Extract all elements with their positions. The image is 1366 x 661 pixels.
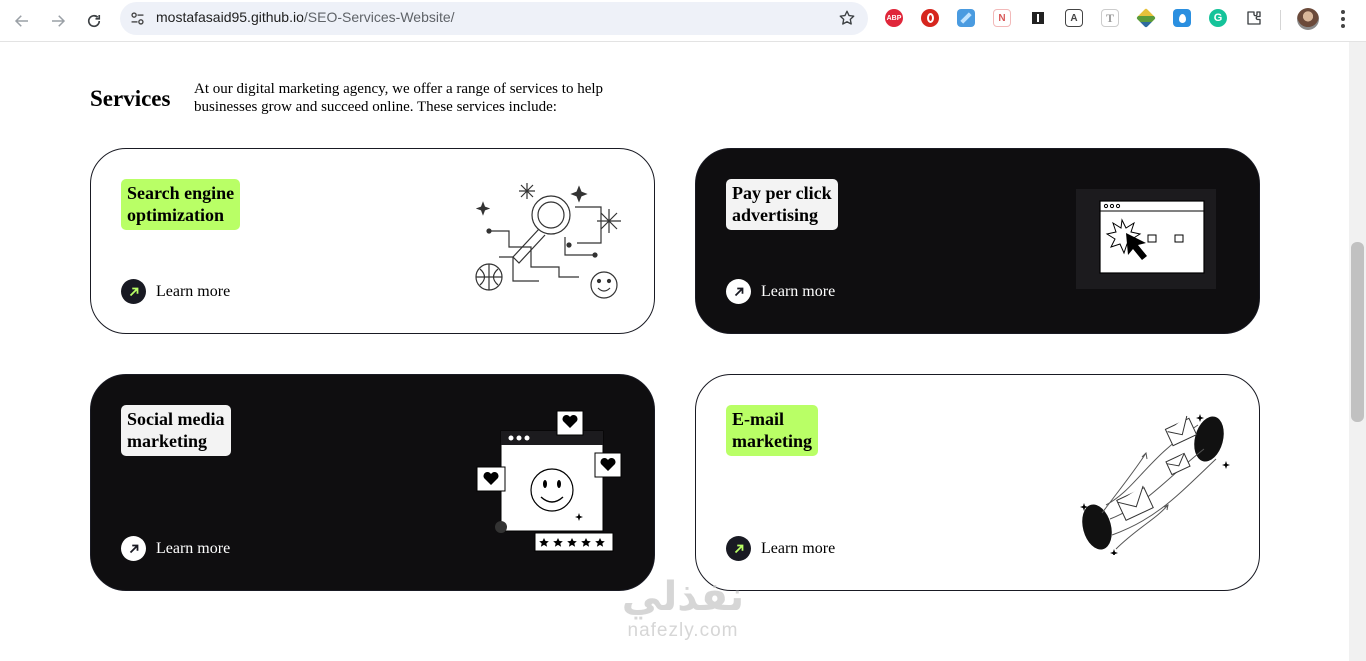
ruler-icon[interactable] xyxy=(957,9,975,27)
learn-more-label: Learn more xyxy=(156,539,231,557)
arrow-up-right-icon xyxy=(121,279,146,304)
card-title-email: E-mail marketing xyxy=(726,405,818,456)
scrollbar-thumb[interactable] xyxy=(1351,242,1364,422)
site-settings-icon[interactable] xyxy=(129,10,146,27)
arrow-up-right-icon xyxy=(726,279,751,304)
service-card-ppc[interactable]: Pay per click advertising Learn more xyxy=(695,148,1260,334)
card-title-ppc: Pay per click advertising xyxy=(726,179,838,230)
card-title-seo: Search engine optimization xyxy=(121,179,241,230)
grammarly-icon[interactable]: G xyxy=(1209,9,1227,27)
service-card-seo[interactable]: Search engine optimization Learn more xyxy=(90,148,655,334)
card-title-ppc-line1: Pay per click xyxy=(732,183,832,203)
service-card-email[interactable]: E-mail marketing Learn more xyxy=(695,374,1260,591)
qr-extension-icon[interactable] xyxy=(1029,9,1047,27)
page-scrollbar[interactable] xyxy=(1349,42,1366,661)
forward-button[interactable] xyxy=(44,7,72,35)
card-title-ppc-line2: advertising xyxy=(732,205,819,225)
card-title-social-line1: Social media xyxy=(127,409,225,429)
learn-more-link-email[interactable]: Learn more xyxy=(726,536,835,561)
watermark-latin: nafezly.com xyxy=(627,620,739,641)
n-extension-icon[interactable]: N xyxy=(993,9,1011,27)
arrow-up-right-icon xyxy=(726,536,751,561)
services-header: Services At our digital marketing agency… xyxy=(90,80,654,116)
service-card-social[interactable]: Social media marketing Learn more xyxy=(90,374,655,591)
reload-button[interactable] xyxy=(80,7,108,35)
bookmark-star-icon[interactable] xyxy=(838,9,856,27)
back-arrow-icon xyxy=(14,15,28,27)
magnifier-illustration-icon xyxy=(475,183,621,299)
adblock-plus-icon[interactable]: ABP xyxy=(885,9,903,27)
email-portal-illustration-icon xyxy=(1080,414,1230,555)
url-path: /SEO-Services-Website/ xyxy=(303,9,455,25)
learn-more-label: Learn more xyxy=(761,282,836,300)
url-text: mostafasaid95.github.io/SEO-Services-Web… xyxy=(156,9,455,25)
t-extension-icon[interactable]: T xyxy=(1101,9,1119,27)
card-title-seo-line1: Search engine xyxy=(127,183,235,203)
extensions-puzzle-icon[interactable] xyxy=(1245,9,1263,27)
browser-menu-icon[interactable] xyxy=(1333,9,1353,29)
box-extension-icon[interactable] xyxy=(1136,8,1156,28)
card-title-social-line2: marketing xyxy=(127,431,207,451)
a-extension-icon[interactable]: A xyxy=(1065,9,1083,27)
drop-extension-icon[interactable] xyxy=(1173,9,1191,27)
learn-more-label: Learn more xyxy=(156,282,231,300)
toolbar-divider xyxy=(1280,10,1281,30)
learn-more-label: Learn more xyxy=(761,539,836,557)
arrow-up-right-icon xyxy=(121,536,146,561)
services-title: Services xyxy=(90,86,171,111)
learn-more-link-seo[interactable]: Learn more xyxy=(121,279,230,304)
opera-icon[interactable] xyxy=(921,9,939,27)
social-media-illustration-icon xyxy=(476,410,622,552)
url-host: mostafasaid95.github.io xyxy=(156,9,304,25)
card-title-social: Social media marketing xyxy=(121,405,231,456)
services-description: At our digital marketing agency, we offe… xyxy=(194,81,604,115)
reload-icon xyxy=(87,14,101,28)
learn-more-link-ppc[interactable]: Learn more xyxy=(726,279,835,304)
card-title-email-line1: E-mail xyxy=(732,409,784,429)
learn-more-link-social[interactable]: Learn more xyxy=(121,536,230,561)
nafezly-watermark: نفذلي nafezly.com xyxy=(598,574,768,642)
address-bar[interactable]: mostafasaid95.github.io/SEO-Services-Web… xyxy=(120,2,868,35)
back-button[interactable] xyxy=(8,7,36,35)
forward-arrow-icon xyxy=(52,15,66,27)
card-title-email-line2: marketing xyxy=(732,431,812,451)
watermark-arabic: نفذلي xyxy=(621,574,745,620)
browser-toolbar: mostafasaid95.github.io/SEO-Services-Web… xyxy=(0,0,1366,42)
profile-avatar[interactable] xyxy=(1297,8,1319,30)
card-title-seo-line2: optimization xyxy=(127,205,224,225)
click-cursor-illustration-icon xyxy=(1076,189,1216,289)
